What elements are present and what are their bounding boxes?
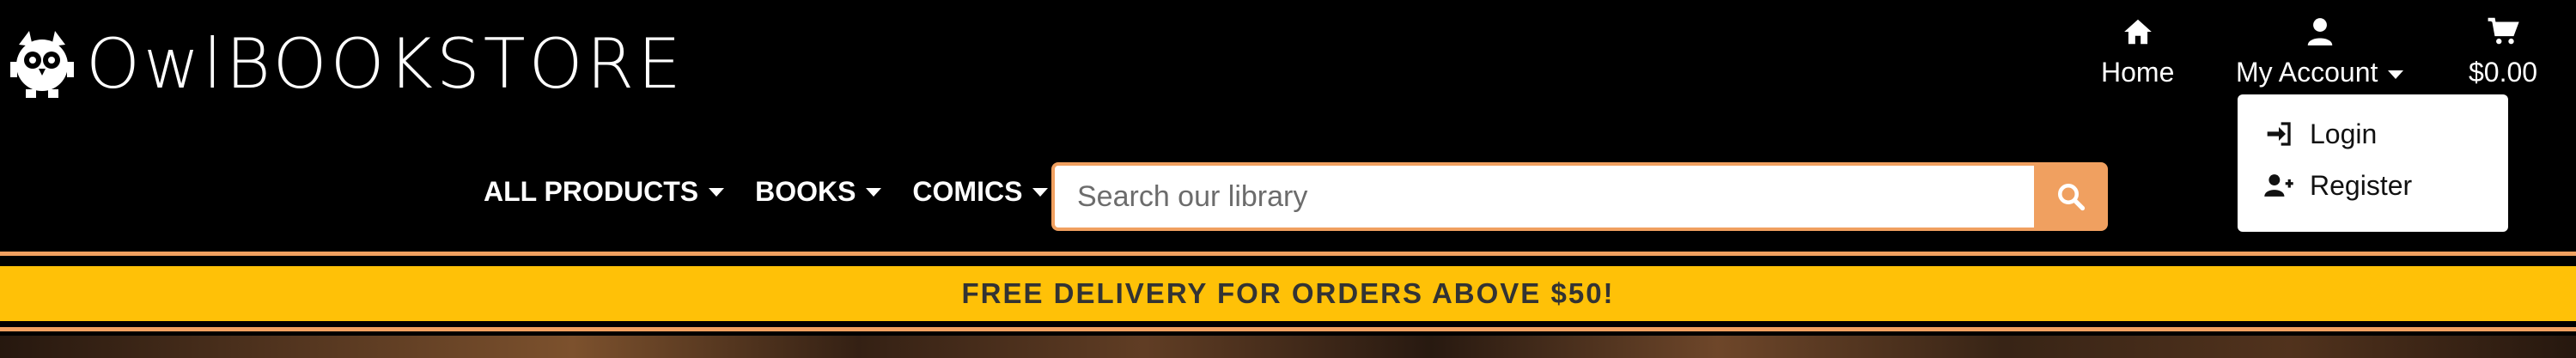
user-icon: [2307, 18, 2332, 46]
login-label: Login: [2310, 118, 2378, 149]
search-icon: [2058, 184, 2086, 211]
my-account-dropdown-toggle[interactable]: My Account: [2236, 15, 2404, 88]
logo-text: OwlBOOKSTORE: [86, 30, 685, 99]
banner-text: FREE DELIVERY FOR ORDERS ABOVE $50!: [961, 277, 1615, 309]
owl-logo-icon: [10, 31, 74, 98]
logo-text-bold: BOOKSTORE: [225, 24, 685, 104]
search-input[interactable]: [1051, 162, 2034, 231]
sign-in-icon: [2267, 122, 2291, 146]
hero-image: [0, 336, 2576, 358]
home-icon: [2123, 19, 2152, 45]
chevron-down-icon: [2388, 70, 2404, 79]
logo[interactable]: OwlBOOKSTORE: [10, 24, 685, 105]
home-label: Home: [2101, 57, 2175, 88]
banner-divider: [0, 327, 2576, 331]
user-plus-icon: [2264, 174, 2293, 197]
register-menu-item[interactable]: Register: [2238, 160, 2508, 211]
my-account-label: My Account: [2236, 57, 2404, 88]
category-comics[interactable]: COMICS: [912, 176, 1049, 208]
search-button[interactable]: [2034, 162, 2108, 231]
category-label: ALL PRODUCTS: [484, 176, 699, 207]
category-nav: ALL PRODUCTS BOOKS COMICS: [484, 176, 1049, 208]
my-account-text: My Account: [2236, 57, 2378, 88]
banner-divider: [0, 252, 2576, 256]
chevron-down-icon: [866, 187, 882, 197]
register-label: Register: [2310, 169, 2413, 201]
cart-link[interactable]: $0.00: [2469, 15, 2537, 88]
login-menu-item[interactable]: Login: [2238, 108, 2508, 160]
chevron-down-icon: [709, 187, 725, 197]
home-link[interactable]: Home: [2101, 15, 2174, 88]
cart-total: $0.00: [2469, 57, 2538, 88]
promo-banner: FREE DELIVERY FOR ORDERS ABOVE $50!: [0, 252, 2576, 336]
category-label: BOOKS: [755, 176, 856, 207]
account-dropdown-menu: Login Register: [2238, 94, 2508, 232]
search-bar: [1051, 162, 2108, 231]
logo-text-light: Owl: [86, 24, 226, 104]
cart-icon: [2488, 17, 2519, 45]
category-label: COMICS: [912, 176, 1023, 207]
chevron-down-icon: [1032, 187, 1049, 197]
banner-bar: FREE DELIVERY FOR ORDERS ABOVE $50!: [0, 266, 2576, 321]
category-books[interactable]: BOOKS: [755, 176, 882, 208]
category-all-products[interactable]: ALL PRODUCTS: [484, 176, 725, 208]
